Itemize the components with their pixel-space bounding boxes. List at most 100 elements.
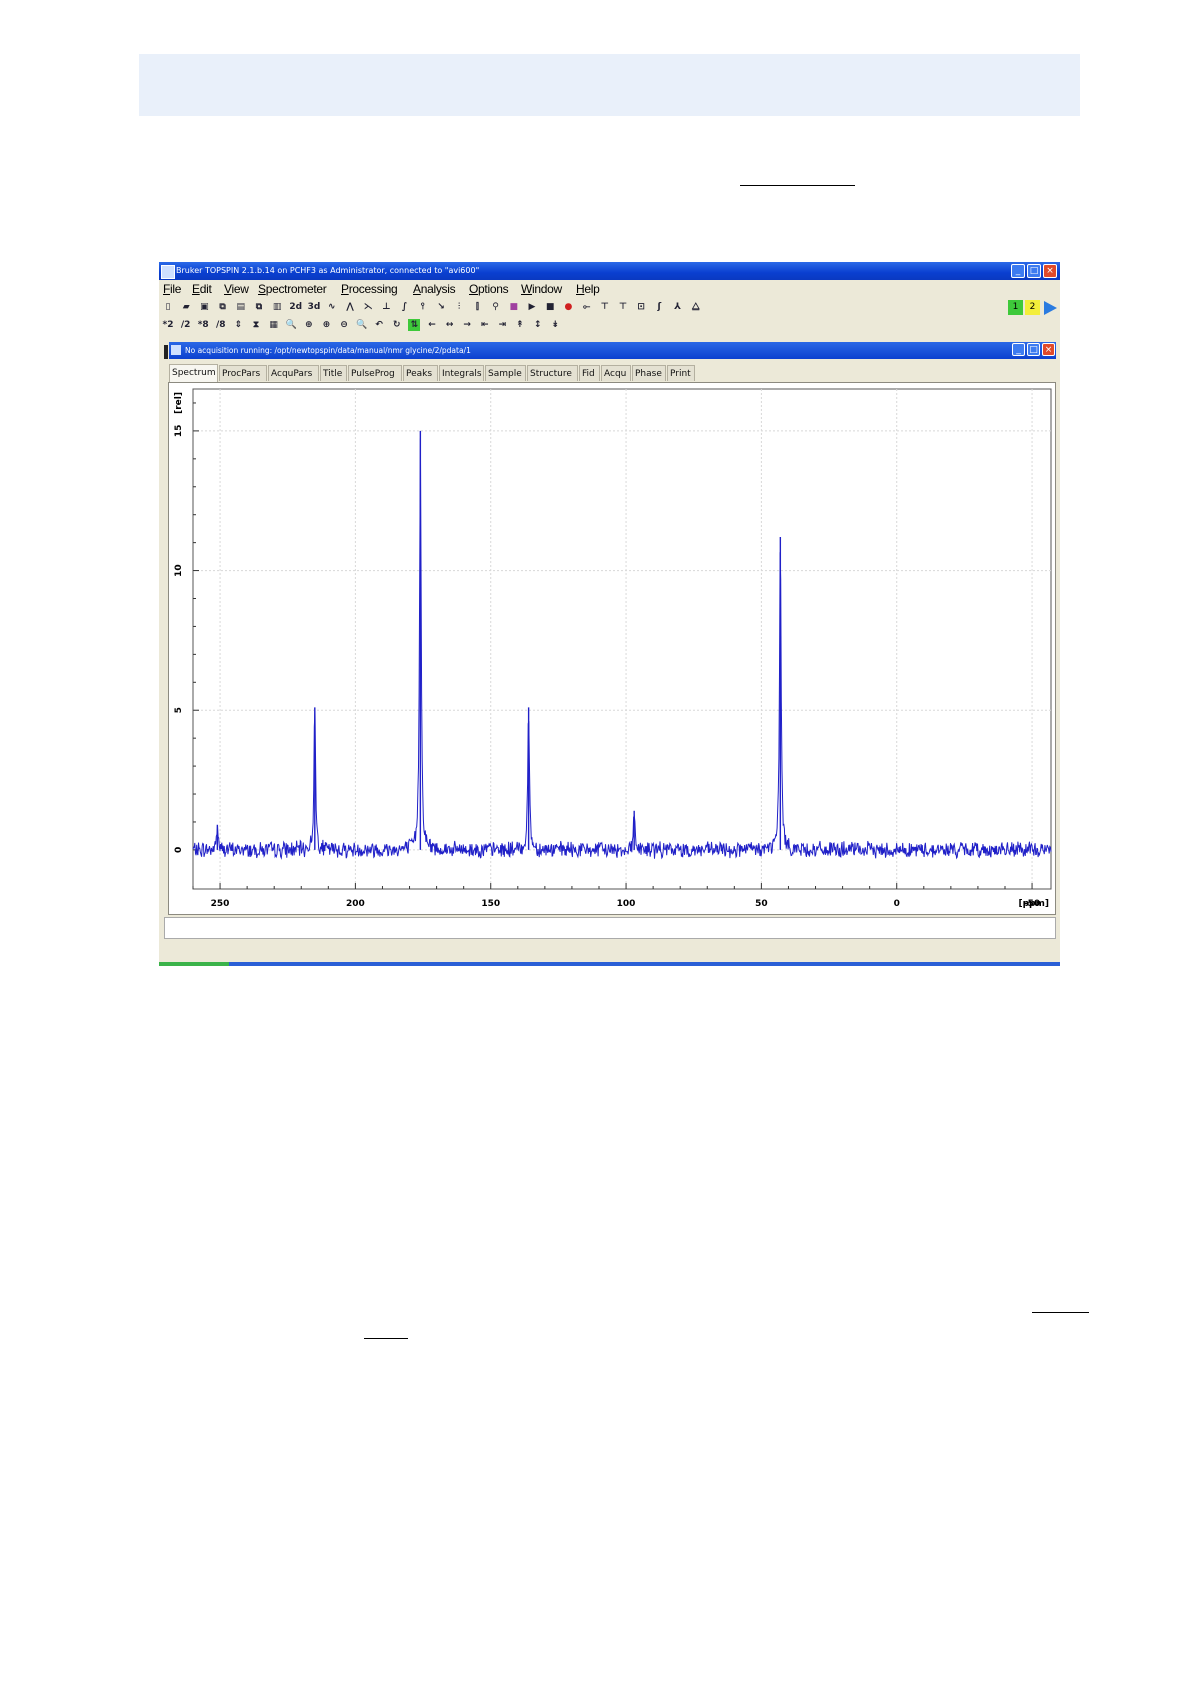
menu-view[interactable]: View [224,282,249,296]
tab-phase[interactable]: Phase [632,365,666,381]
display-tool-icon[interactable]: ⇥ [496,319,508,331]
peakpick-icon[interactable]: ⫯ [417,301,429,313]
tab-procpars[interactable]: ProcPars [219,365,267,381]
save-icon[interactable]: ▣ [198,301,210,313]
indicator-1[interactable]: 1 [1008,300,1023,315]
menu-help[interactable]: Help [576,282,600,296]
integrate-icon[interactable]: ∫ [399,301,411,313]
tab-acqu[interactable]: Acqu [601,365,631,381]
menu-window[interactable]: Window [521,282,562,296]
wobb-icon[interactable]: ⟜ [581,301,593,313]
menu-options[interactable]: Options [469,282,509,296]
tab-structure[interactable]: Structure [527,365,578,381]
toolbar-2d-button[interactable]: 2d [289,301,302,313]
new-icon[interactable]: ▯ [162,301,174,313]
tab-acqupars[interactable]: AcquPars [268,365,319,381]
tab-integrals[interactable]: Integrals [439,365,484,381]
y-tick-label: 15 [174,425,184,438]
play-icon[interactable]: ▶ [526,301,538,313]
tab-sample[interactable]: Sample [485,365,526,381]
halt-icon[interactable]: ● [562,301,574,313]
x-tick-label: 50 [755,899,768,909]
play-arrow-icon[interactable] [1043,301,1057,315]
dataset-close-button[interactable]: × [1042,343,1055,356]
filter1-icon[interactable]: ⊤ [599,301,611,313]
spectrum-chart[interactable]: 250 200 150 100 50 0 -50[ppm]051015[rel] [169,383,1055,914]
window-icon[interactable]: ⊡ [635,301,647,313]
display-tool-icon[interactable]: *8 [197,319,209,331]
tab-fid[interactable]: Fid [579,365,600,381]
underline-link [1032,1312,1089,1313]
display-tool-icon[interactable]: 🔍 [356,319,368,331]
box-icon[interactable]: ■ [508,301,520,313]
baseline-icon[interactable]: ⊥ [380,301,392,313]
tab-peaks[interactable]: Peaks [403,365,438,381]
copy-icon[interactable]: ⧉ [217,301,229,313]
sum-icon[interactable]: ⚲ [490,301,502,313]
display-tool-icon[interactable]: /8 [215,319,227,331]
minimize-button[interactable]: _ [1011,264,1025,278]
plot-icon[interactable]: ⅄ [672,301,684,313]
dataset-maximize-button[interactable]: □ [1027,343,1040,356]
display-tool-icon[interactable]: → [461,319,473,331]
menu-file[interactable]: File [163,282,181,296]
display-tool-icon[interactable]: ↕ [532,319,544,331]
display-tool-icon[interactable]: ↟ [514,319,526,331]
tab-print[interactable]: Print [667,365,695,381]
x-tick-label: 250 [211,899,230,909]
display-tool-icon[interactable]: ↻ [391,319,403,331]
display-tool-icon[interactable]: ⇤ [479,319,491,331]
display-tool-icon[interactable]: ⇅ [408,319,421,331]
toolbar-3d-button[interactable]: 3d [308,301,321,313]
menu-edit[interactable]: Edit [192,282,212,296]
tab-pulseprog[interactable]: PulseProg [348,365,402,381]
display-tool-icon[interactable]: ⧗ [250,319,262,331]
menu-spectrometer[interactable]: Spectrometer [258,282,327,296]
filter2-icon[interactable]: ⊤ [617,301,629,313]
display-tool-icon[interactable]: ⇕ [232,319,244,331]
dataset-title: No acquisition running: /opt/newtopspin/… [185,346,471,355]
display-tool-icon[interactable]: ↔ [444,319,456,331]
display-tool-icon[interactable]: ⊕ [320,319,332,331]
display-tool-icon[interactable]: *2 [162,319,174,331]
tab-title[interactable]: Title [320,365,347,381]
ft-icon[interactable]: ⋀ [344,301,356,313]
fid-icon[interactable]: ∿ [326,301,338,313]
display-tool-icon[interactable]: ↡ [549,319,561,331]
header-banner [139,54,1080,116]
stop-icon[interactable]: ■ [544,301,556,313]
dataset-minimize-button[interactable]: _ [1012,343,1025,356]
display-tool-icon[interactable]: ⊕ [303,319,315,331]
display-icon[interactable]: ⫿ [471,301,483,313]
dataset-titlebar: No acquisition running: /opt/newtopspin/… [169,342,1056,359]
phase-icon[interactable]: ⋋ [362,301,374,313]
calib-icon[interactable]: ↘ [435,301,447,313]
tab-spectrum[interactable]: Spectrum [169,364,218,382]
display-tool-icon[interactable]: ⊖ [338,319,350,331]
clipboard-icon[interactable]: ▥ [271,301,283,313]
open-icon[interactable]: ▰ [180,301,192,313]
copy2-icon[interactable]: ⧉ [253,301,265,313]
close-button[interactable]: × [1043,264,1057,278]
maximize-button[interactable]: □ [1027,264,1041,278]
stack-icon[interactable]: ⧋ [690,301,702,313]
multi-icon[interactable]: ⫶ [453,301,465,313]
splitter-handle[interactable] [164,345,168,359]
y-tick-label: 10 [174,564,184,577]
ct-icon[interactable]: ʃ [653,301,665,313]
display-tool-icon[interactable]: ▦ [268,319,280,331]
display-tool-icon[interactable]: /2 [180,319,192,331]
topspin-window: Bruker TOPSPIN 2.1.b.14 on PCHF3 as Admi… [159,262,1060,966]
x-tick-label: 100 [617,899,636,909]
print-icon[interactable]: ▤ [235,301,247,313]
display-tool-icon[interactable]: ↶ [373,319,385,331]
display-tool-icon[interactable]: ← [426,319,438,331]
underline-link [364,1338,408,1339]
menu-processing[interactable]: Processing [341,282,398,296]
taskbar-start [159,962,229,966]
menu-analysis[interactable]: Analysis [413,282,456,296]
indicator-2[interactable]: 2 [1025,300,1040,315]
y-axis-label: [rel] [174,392,184,414]
display-tool-icon[interactable]: 🔍 [285,319,297,331]
spectrum-panel[interactable]: 250 200 150 100 50 0 -50 [ppm] 0 5 10 15 [rel] [168,382,1056,915]
